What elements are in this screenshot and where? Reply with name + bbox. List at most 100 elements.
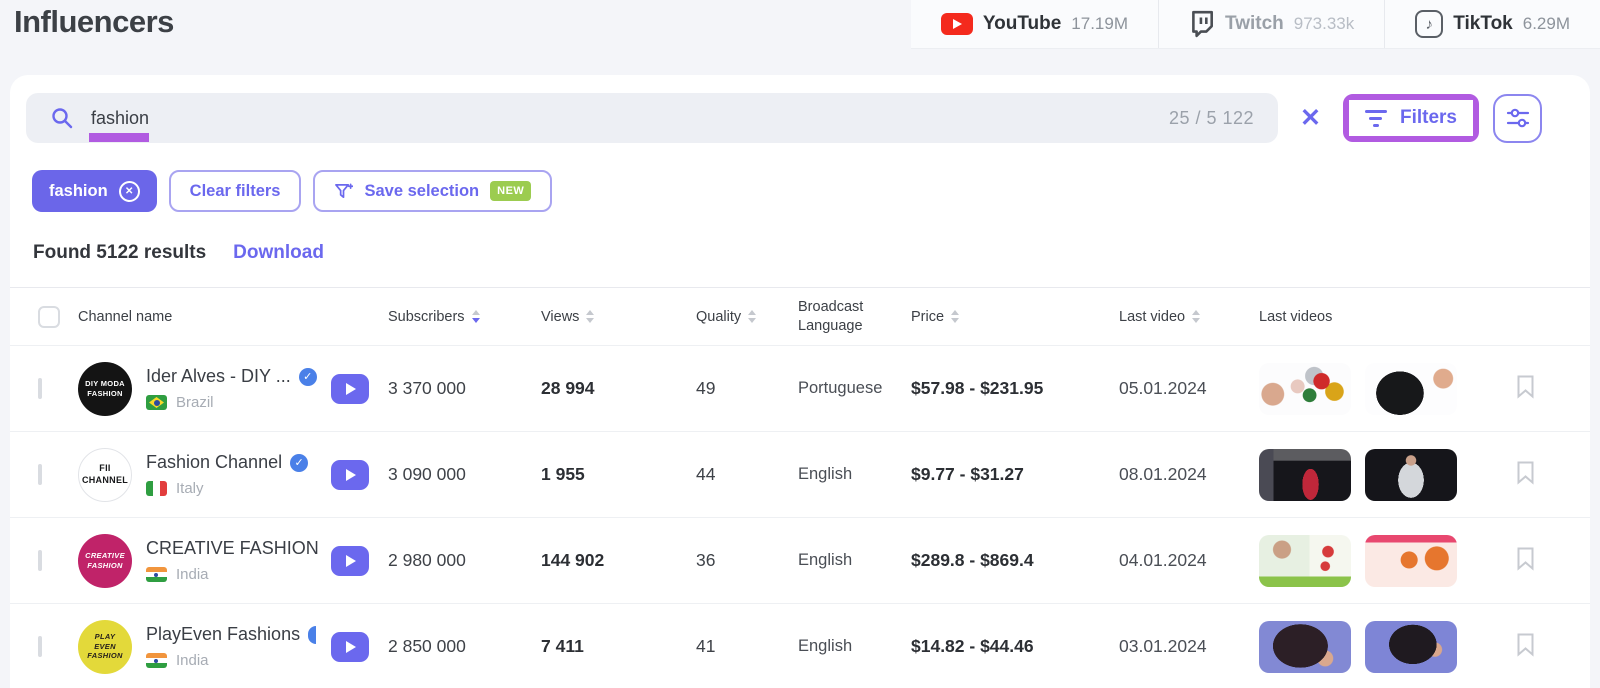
broadcast-language-value: English [798,465,911,484]
last-video-date: 08.01.2024 [1119,464,1259,485]
price-value: $14.82 - $44.46 [911,636,1119,657]
search-icon [50,106,74,130]
bookmark-icon[interactable] [1516,374,1535,402]
views-value: 144 902 [541,550,696,571]
country-flag-icon [146,653,167,668]
table-row: DIY MODA FASHION Ider Alves - DIY ...✓ B… [10,346,1590,432]
row-checkbox[interactable] [38,636,42,657]
row-checkbox[interactable] [38,464,42,485]
sort-icon [1192,310,1200,323]
views-value: 1 955 [541,464,696,485]
column-settings-button[interactable] [1493,94,1542,143]
video-thumbnail[interactable] [1259,621,1351,673]
tab-tiktok-label: TikTok [1453,13,1512,35]
last-video-date: 03.01.2024 [1119,636,1259,657]
column-header-last-video[interactable]: Last video [1119,309,1259,325]
tab-youtube-count: 17.19M [1071,14,1128,34]
quality-value: 44 [696,464,798,485]
select-all-checkbox[interactable] [38,306,60,328]
tab-tiktok-count: 6.29M [1523,14,1570,34]
row-checkbox[interactable] [38,550,42,571]
search-row: fashion 25 / 5 122 ✕ Filters [10,75,1590,143]
video-thumbnail[interactable] [1259,363,1351,415]
tab-twitch[interactable]: Twitch 973.33k [1158,0,1384,48]
channel-name[interactable]: Fashion Channel [146,452,282,473]
funnel-plus-icon [334,182,353,201]
remove-chip-icon[interactable]: ✕ [119,181,140,202]
results-summary: Found 5122 results Download [10,212,1590,287]
column-header-views[interactable]: Views [541,309,696,325]
country-flag-icon [146,567,167,582]
table-header: Channel name Subscribers Views Quality B… [10,287,1590,346]
youtube-icon [941,13,973,35]
clear-filters-label: Clear filters [190,182,281,201]
country-name: Italy [176,480,204,497]
video-thumbnail[interactable] [1365,363,1457,415]
column-header-last-videos: Last videos [1259,309,1470,325]
views-value: 7 411 [541,636,696,657]
page-title: Influencers [14,4,174,40]
search-input[interactable]: fashion 25 / 5 122 [26,93,1278,143]
country-name: India [176,566,209,583]
open-channel-play-button[interactable] [331,460,369,490]
video-thumbnail[interactable] [1259,449,1351,501]
row-checkbox[interactable] [38,378,42,399]
open-channel-play-button[interactable] [331,632,369,662]
search-query-text: fashion [91,108,149,128]
table-row: Play Even Fashion PlayEven Fashions Indi… [10,604,1590,688]
results-card: fashion 25 / 5 122 ✕ Filters fashion ✕ [10,75,1590,688]
sort-icon [748,310,756,323]
sort-icon [472,310,480,323]
video-thumbnail[interactable] [1365,535,1457,587]
channel-name[interactable]: PlayEven Fashions [146,624,300,645]
verified-badge-icon: ✓ [299,368,317,386]
download-link[interactable]: Download [233,242,324,264]
column-header-subscribers[interactable]: Subscribers [388,309,541,325]
bookmark-icon[interactable] [1516,632,1535,660]
save-selection-button[interactable]: Save selection NEW [313,170,552,212]
price-value: $289.8 - $869.4 [911,550,1119,571]
channel-name[interactable]: Ider Alves - DIY ... [146,366,291,387]
filter-icon [1365,110,1387,127]
subscribers-value: 3 370 000 [388,378,541,399]
quality-value: 36 [696,550,798,571]
views-value: 28 994 [541,378,696,399]
tab-twitch-label: Twitch [1225,13,1284,35]
bookmark-icon[interactable] [1516,546,1535,574]
column-header-price[interactable]: Price [911,309,1119,325]
bookmark-icon[interactable] [1516,460,1535,488]
broadcast-language-value: English [798,551,911,570]
channel-avatar[interactable]: CREATIVE FASHION [78,534,132,588]
filter-chip-fashion[interactable]: fashion ✕ [32,170,157,212]
channel-avatar[interactable]: FII CHANNEL [78,448,132,502]
tab-tiktok[interactable]: ♪ TikTok 6.29M [1384,0,1600,48]
open-channel-play-button[interactable] [331,374,369,404]
filter-chip-label: fashion [49,182,108,201]
tab-youtube-label: YouTube [983,13,1061,35]
filters-button-label: Filters [1400,107,1457,129]
quality-value: 49 [696,378,798,399]
clear-filters-button[interactable]: Clear filters [169,170,302,212]
column-header-channel-name: Channel name [78,309,388,325]
clear-search-button[interactable]: ✕ [1292,106,1329,131]
channel-avatar[interactable]: Play Even Fashion [78,620,132,674]
subscribers-value: 3 090 000 [388,464,541,485]
verified-badge-icon [308,626,316,644]
table-row: FII CHANNEL Fashion Channel ✓ Italy 3 090… [10,432,1590,518]
video-thumbnail[interactable] [1365,449,1457,501]
subscribers-value: 2 980 000 [388,550,541,571]
video-thumbnail[interactable] [1365,621,1457,673]
filters-button[interactable]: Filters [1349,100,1473,136]
tab-youtube[interactable]: YouTube 17.19M [911,0,1158,48]
country-flag-icon [146,481,167,496]
annotation-highlight-box: Filters [1343,94,1479,142]
country-flag-icon [146,395,167,410]
column-header-quality[interactable]: Quality [696,309,798,325]
channel-avatar[interactable]: DIY MODA FASHION [78,362,132,416]
verified-badge-icon: ✓ [290,454,308,472]
channel-name[interactable]: CREATIVE FASHION [146,538,319,559]
broadcast-language-value: Portuguese [798,379,911,398]
open-channel-play-button[interactable] [331,546,369,576]
new-badge: NEW [490,181,531,201]
video-thumbnail[interactable] [1259,535,1351,587]
